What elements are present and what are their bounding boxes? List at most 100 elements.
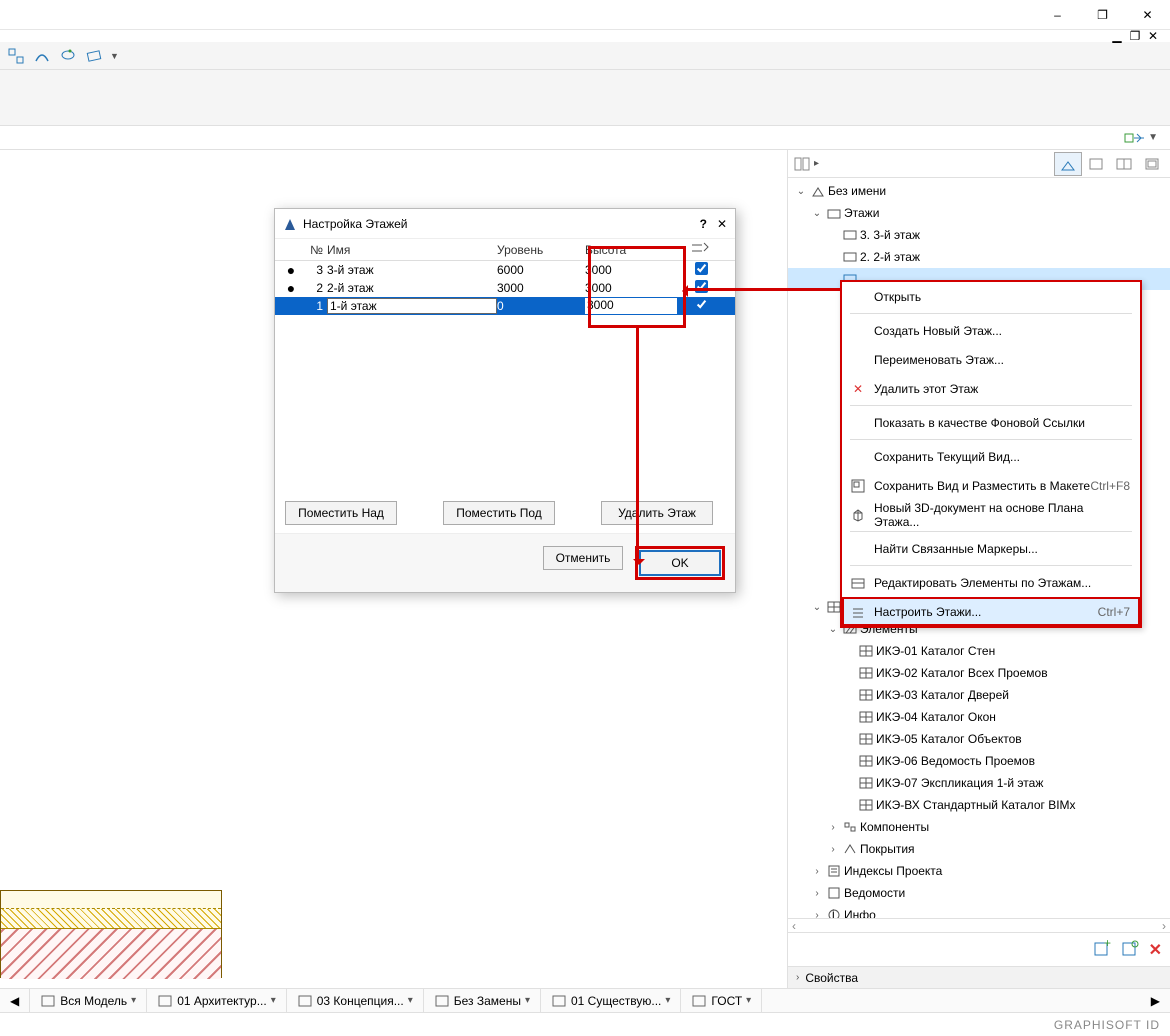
story-visibility-checkbox[interactable] [695,262,708,275]
chevron-down-icon[interactable]: ▾ [665,995,670,1006]
dialog-close-button[interactable]: ✕ [717,217,727,231]
ok-button[interactable]: OK [640,551,720,575]
chevron-down-icon[interactable]: ▾ [408,995,413,1006]
dialog-titlebar[interactable]: Настройка Этажей ? ✕ [275,209,735,239]
chevron-down-icon[interactable]: ⌄ [826,622,840,636]
context-menu-label: Сохранить Текущий Вид... [874,450,1020,464]
new-layout-icon[interactable] [1121,939,1141,960]
story-visibility-checkbox[interactable] [695,280,708,293]
tree-story-2[interactable]: 2. 2-й этаж [788,246,1170,268]
insert-below-button[interactable]: Поместить Под [443,501,555,525]
navigator-tab-publisher[interactable] [1138,152,1166,176]
context-menu-item[interactable]: Сохранить Вид и Разместить в МакетеCtrl+… [842,471,1140,500]
inner-minimize-icon[interactable]: ▁ [1110,31,1124,41]
tree-catalog-item[interactable]: ИКЭ-05 Каталог Объектов [788,728,1170,750]
status-item[interactable]: Без Замены▾ [424,989,541,1012]
status-nav-left-icon[interactable]: ◀ [0,989,30,1012]
col-checkbox-icon[interactable] [677,242,725,257]
tree-info[interactable]: › i Инфо [788,904,1170,918]
scroll-right-icon[interactable]: › [1158,919,1170,933]
chevron-right-icon[interactable]: › [796,972,799,983]
context-menu-item[interactable]: ✕Удалить этот Этаж [842,374,1140,403]
inner-restore-icon[interactable]: ❐ [1128,31,1142,41]
navigator-mode-icon[interactable] [792,154,812,174]
navigator-tab-project-map[interactable] [1054,152,1082,176]
navigator-mode-dropdown-icon[interactable]: ▸ [814,158,819,169]
status-nav-right-icon[interactable]: ▶ [1141,989,1170,1012]
cancel-button[interactable]: Отменить [543,546,623,570]
context-menu-item[interactable]: Найти Связанные Маркеры... [842,534,1140,563]
tree-catalog-item[interactable]: ИКЭ-06 Ведомость Проемов [788,750,1170,772]
delete-story-button[interactable]: Удалить Этаж [601,501,713,525]
tree-lists[interactable]: › Ведомости [788,882,1170,904]
tree-catalog-item[interactable]: ИКЭ-07 Экспликация 1-й этаж [788,772,1170,794]
dialog-story-row[interactable]: ●22-й этаж30003000 [275,279,735,297]
status-item[interactable]: Вся Модель▾ [30,989,147,1012]
tree-stories-folder[interactable]: ⌄ Этажи [788,202,1170,224]
context-menu-item[interactable]: Открыть [842,282,1140,311]
window-maximize-button[interactable]: ❐ [1080,0,1125,29]
tree-catalog-item[interactable]: ИКЭ-ВХ Стандартный Каталог BIMx [788,794,1170,816]
tree-finishes[interactable]: › Покрытия [788,838,1170,860]
status-item[interactable]: ГОСТ▾ [681,989,762,1012]
toolbar-icon-3[interactable] [58,46,78,66]
context-menu-item[interactable]: Сохранить Текущий Вид... [842,442,1140,471]
toolbar-dropdown-icon[interactable]: ▼ [110,51,119,61]
properties-collapsed-bar[interactable]: › Свойства [788,966,1170,988]
context-menu-item[interactable]: Показать в качестве Фоновой Ссылки [842,408,1140,437]
new-item-icon[interactable]: + [1093,939,1113,960]
dialog-help-button[interactable]: ? [700,217,707,231]
drawing-detail [0,890,222,978]
context-menu-item[interactable]: Создать Новый Этаж... [842,316,1140,345]
story-number: 1 [303,299,327,313]
story-name: 2-й этаж [327,281,497,295]
context-menu-item[interactable]: Настроить Этажи...Ctrl+7 [842,597,1140,626]
scroll-left-icon[interactable]: ‹ [788,919,800,933]
status-item[interactable]: 01 Архитектур...▾ [147,989,287,1012]
navigator-tab-layout-book[interactable] [1110,152,1138,176]
context-menu-item[interactable]: Переименовать Этаж... [842,345,1140,374]
toolbar-icon-2[interactable] [32,46,52,66]
story-visibility-checkbox[interactable] [695,298,708,311]
dialog-story-row[interactable]: 103000 [275,297,735,315]
navigator-tab-view-map[interactable] [1082,152,1110,176]
tree-catalog-item[interactable]: ИКЭ-01 Каталог Стен [788,640,1170,662]
context-menu-item[interactable]: Редактировать Элементы по Этажам... [842,568,1140,597]
chevron-down-icon[interactable]: ⌄ [810,600,824,614]
chevron-down-icon[interactable]: ⌄ [810,206,824,220]
context-menu-item[interactable]: Новый 3D-документ на основе Плана Этажа.… [842,500,1140,529]
tree-project-indexes[interactable]: › Индексы Проекта [788,860,1170,882]
delete-icon[interactable]: ✕ [1149,940,1162,960]
story-number: 2 [303,281,327,295]
insert-above-button[interactable]: Поместить Над [285,501,397,525]
tree-catalog-item[interactable]: ИКЭ-04 Каталог Окон [788,706,1170,728]
chevron-right-icon[interactable]: › [826,842,840,856]
chevron-down-icon[interactable]: ⌄ [794,184,808,198]
toolbar-icon-1[interactable] [6,46,26,66]
story-name-input[interactable] [327,298,497,314]
status-item[interactable]: 01 Существую...▾ [541,989,681,1012]
tree-story-3[interactable]: 3. 3-й этаж [788,224,1170,246]
story-level: 0 [497,299,585,313]
chevron-right-icon[interactable]: › [810,864,824,878]
tree-catalog-item[interactable]: ИКЭ-02 Каталог Всех Проемов [788,662,1170,684]
status-item[interactable]: 03 Концепция...▾ [287,989,424,1012]
chevron-down-icon[interactable]: ▾ [131,995,136,1006]
chevron-down-icon[interactable]: ▾ [525,995,530,1006]
tree-root[interactable]: ⌄ Без имени [788,180,1170,202]
window-minimize-button[interactable]: – [1035,0,1080,29]
window-close-button[interactable]: ✕ [1125,0,1170,29]
chevron-down-icon[interactable]: ▾ [271,995,276,1006]
inner-close-icon[interactable]: ✕ [1146,31,1160,41]
toolbar-icon-4[interactable] [84,46,104,66]
chevron-down-icon[interactable]: ▾ [746,995,751,1006]
chevron-right-icon[interactable]: › [810,886,824,900]
col-height: Высота [585,243,677,257]
info-story-icon[interactable]: ▼ [1120,128,1162,148]
component-icon [842,819,858,835]
chevron-right-icon[interactable]: › [810,908,824,918]
tree-components[interactable]: › Компоненты [788,816,1170,838]
dialog-story-row[interactable]: ●33-й этаж60003000 [275,261,735,279]
chevron-right-icon[interactable]: › [826,820,840,834]
tree-catalog-item[interactable]: ИКЭ-03 Каталог Дверей [788,684,1170,706]
